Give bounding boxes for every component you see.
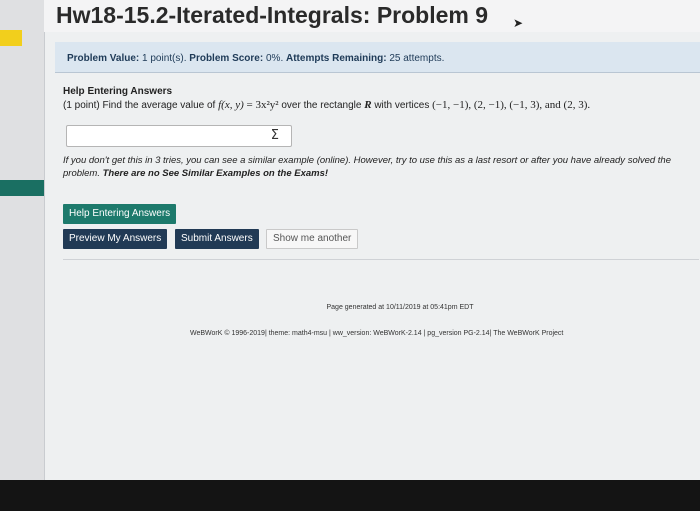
- sidebar-active-item[interactable]: [0, 180, 44, 196]
- hint-text: If you don't get this in 3 tries, you ca…: [63, 154, 693, 180]
- submit-answers-button[interactable]: Submit Answers: [175, 229, 259, 249]
- problem-score-label: Problem Score:: [189, 53, 264, 64]
- function-lhs: f(x, y): [218, 99, 244, 111]
- preview-answers-button[interactable]: Preview My Answers: [63, 229, 168, 249]
- vertices-list: (−1, −1), (2, −1), (−1, 3), and (2, 3).: [432, 99, 591, 111]
- problem-points-prefix: (1 point) Find the average value of: [63, 100, 216, 111]
- footer-credits: WeBWorK © 1996-2019| theme: math4-msu | …: [190, 330, 564, 337]
- attempts-label: Attempts Remaining:: [286, 53, 387, 64]
- page-generated-text: Page generated at 10/11/2019 at 05:41pm …: [326, 304, 474, 311]
- problem-value-text: 1 point(s).: [142, 53, 187, 64]
- help-heading: Help Entering Answers: [63, 86, 173, 97]
- problem-value-label: Problem Value:: [67, 53, 140, 64]
- sidebar-yellow-tab[interactable]: [0, 30, 22, 46]
- left-sidebar: [0, 0, 44, 480]
- hint-warning: There are no See Similar Examples on the…: [102, 168, 329, 179]
- divider: [63, 259, 699, 260]
- answer-input[interactable]: Σ: [66, 125, 292, 147]
- attempts-text: 25 attempts.: [389, 53, 445, 64]
- help-entering-answers-button[interactable]: Help Entering Answers: [63, 204, 177, 224]
- over-text: over the rectangle: [281, 100, 362, 111]
- page-title: Hw18-15.2-Iterated-Integrals: Problem 9: [56, 2, 489, 28]
- show-another-button[interactable]: Show me another: [266, 229, 359, 249]
- problem-info-line: Problem Value: 1 point(s). Problem Score…: [67, 53, 444, 64]
- screen-bottom-bezel: [0, 480, 700, 511]
- equation-editor-icon[interactable]: Σ: [271, 128, 279, 143]
- problem-statement: (1 point) Find the average value of f(x,…: [63, 99, 590, 111]
- problem-score-text: 0%.: [265, 53, 284, 64]
- problem-info-bar: Problem Value: 1 point(s). Problem Score…: [55, 42, 700, 73]
- function-expression: = 3x²y²: [243, 99, 279, 111]
- region-name: R: [364, 99, 372, 111]
- mouse-cursor-icon: ➤: [513, 16, 524, 30]
- vertices-prefix: with vertices: [374, 100, 430, 111]
